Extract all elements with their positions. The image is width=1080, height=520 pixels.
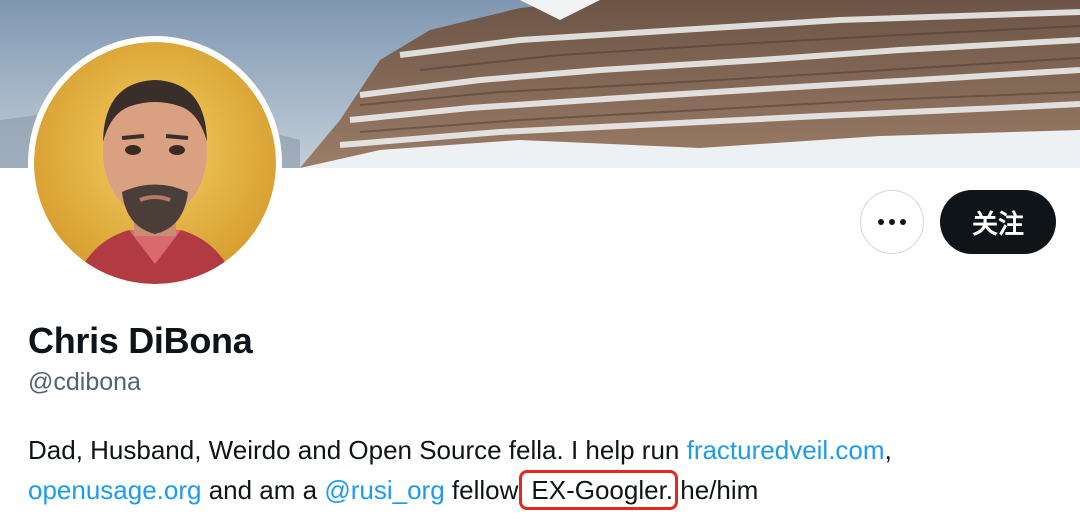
bio-link-openusage[interactable]: openusage.org — [28, 475, 201, 505]
more-horizontal-icon — [878, 219, 906, 225]
profile-bio: Dad, Husband, Weirdo and Open Source fel… — [28, 430, 1058, 510]
bio-text: , — [884, 435, 892, 465]
avatar-portrait-image — [34, 42, 276, 284]
bio-link-fracturedveil[interactable]: fracturedveil.com — [687, 435, 885, 465]
highlighted-ex-googler: EX-Googler. — [519, 470, 679, 510]
profile-handle: @cdibona — [28, 368, 141, 396]
profile-avatar[interactable] — [28, 36, 282, 290]
follow-button[interactable]: 关注 — [940, 190, 1056, 254]
bio-text: fellow. — [444, 475, 525, 505]
bio-text: and am a — [201, 475, 325, 505]
more-options-button[interactable] — [860, 190, 924, 254]
profile-display-name: Chris DiBona — [28, 320, 253, 361]
bio-text: Dad, Husband, Weirdo and Open Source fel… — [28, 435, 687, 465]
bio-mention-rusi-org[interactable]: @rusi_org — [324, 475, 444, 505]
bio-text: he/him — [673, 475, 759, 505]
